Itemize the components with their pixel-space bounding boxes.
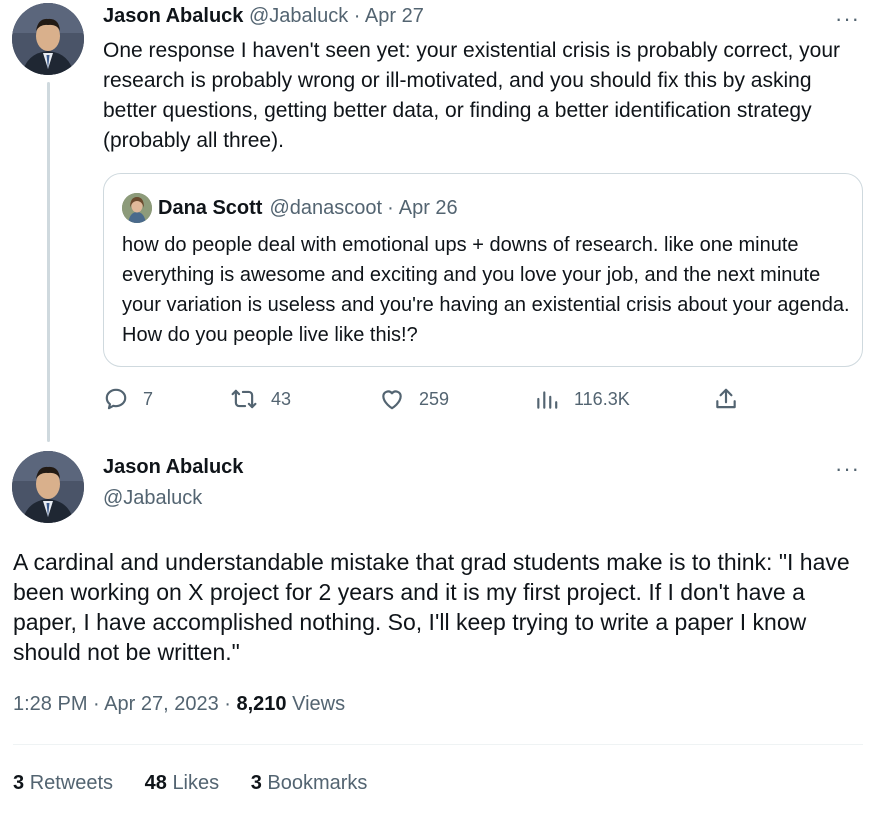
bookmarks-label: Bookmarks [267, 772, 368, 794]
like-icon [382, 390, 402, 410]
quoted-tweet-text: how do people deal with emotional ups + … [122, 234, 850, 346]
quoted-author-name: Dana Scott [158, 196, 263, 219]
retweets-count: 3 [13, 772, 25, 794]
more-icon[interactable]: ··· [835, 8, 860, 30]
reply-icon [105, 388, 127, 410]
author-handle[interactable]: @Jabaluck [103, 487, 202, 510]
likes-label: Likes [172, 772, 220, 794]
like-count: 259 [419, 388, 450, 409]
tweet-header: Jason Abaluck @Jabaluck · Apr 27 [103, 5, 424, 28]
views-label: Views [292, 693, 346, 715]
retweets-stat[interactable]: 3 Retweets [13, 772, 119, 794]
main-tweet-text: A cardinal and understandable mistake th… [13, 549, 850, 665]
tweet-action-bar: 7 43 259 116.3K [103, 386, 863, 416]
engagement-stats: 3 Retweets 48 Likes 3 Bookmarks [13, 772, 393, 795]
thread-connector-line [47, 82, 50, 442]
retweet-count: 43 [271, 388, 292, 409]
tweet-metadata: 1:28 PM · Apr 27, 2023 · 8,210 Views [13, 693, 345, 716]
author-name[interactable]: Jason Abaluck [103, 5, 243, 27]
views-count: 116.3K [574, 388, 630, 409]
separator-dot: · [93, 693, 100, 715]
share-button[interactable] [713, 386, 739, 412]
quoted-author-handle: @danascoot [269, 196, 383, 219]
views-count: 8,210 [236, 693, 287, 715]
quoted-tweet-date: Apr 26 [398, 196, 458, 219]
retweets-label: Retweets [29, 772, 114, 794]
divider [13, 744, 863, 745]
author-name[interactable]: Jason Abaluck [103, 456, 243, 479]
tweet-full-date[interactable]: Apr 27, 2023 [104, 693, 219, 715]
retweet-button[interactable]: 43 [231, 386, 291, 412]
reply-button[interactable]: 7 [103, 386, 153, 412]
avatar[interactable] [12, 451, 84, 523]
bookmarks-count: 3 [250, 772, 262, 794]
like-button[interactable]: 259 [379, 386, 449, 412]
quoted-avatar [122, 193, 152, 223]
retweet-icon [231, 389, 257, 409]
tweet-date[interactable]: Apr 27 [365, 5, 424, 27]
separator-dot: · [224, 693, 231, 715]
likes-count: 48 [144, 772, 167, 794]
tweet-text: One response I haven't seen yet: your ex… [103, 39, 841, 152]
separator-dot: · [353, 5, 361, 27]
reply-count: 7 [143, 388, 154, 409]
avatar[interactable] [12, 3, 84, 75]
bookmarks-stat[interactable]: 3 Bookmarks [251, 772, 368, 794]
tweet-time[interactable]: 1:28 PM [13, 693, 87, 715]
views-button[interactable]: 116.3K [534, 386, 630, 412]
more-icon[interactable]: ··· [835, 458, 860, 480]
quoted-tweet-header: Dana Scott @danascoot · Apr 26 [122, 193, 458, 223]
author-handle[interactable]: @Jabaluck [249, 5, 348, 27]
separator-dot: · [387, 196, 394, 219]
share-icon [716, 388, 736, 409]
quoted-tweet-card[interactable]: Dana Scott @danascoot · Apr 26 how do pe… [103, 173, 863, 367]
likes-stat[interactable]: 48 Likes [145, 772, 225, 794]
views-icon [537, 391, 558, 409]
